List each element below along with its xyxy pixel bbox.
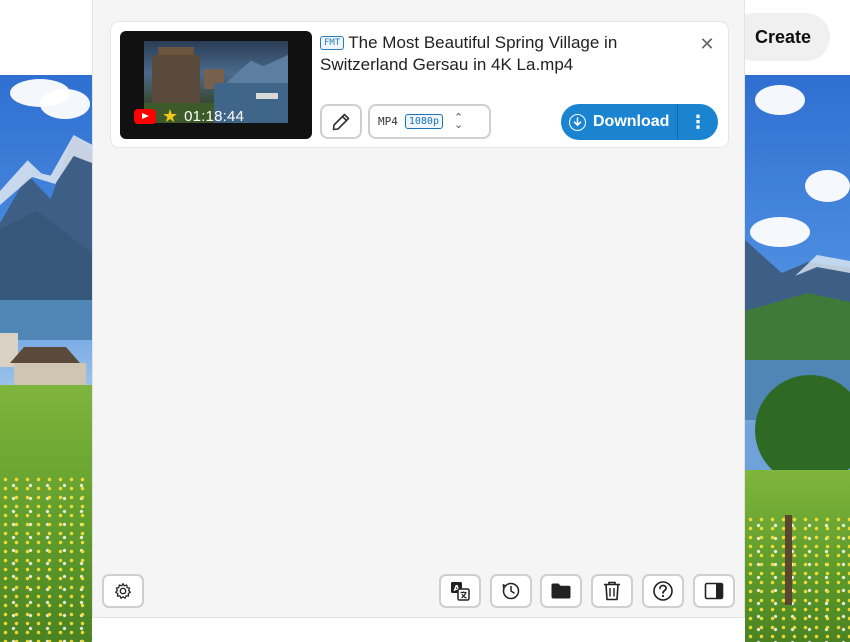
download-button-group: Download ⋮: [561, 104, 718, 140]
translate-button[interactable]: A: [439, 574, 481, 608]
folder-icon: [551, 583, 571, 599]
more-vertical-icon: ⋮: [689, 111, 707, 132]
clock-icon: [502, 582, 520, 600]
toggle-sidebar-button[interactable]: [693, 574, 735, 608]
format-select[interactable]: MP4 1080p ⌃ ⌄: [368, 104, 491, 139]
format-tag: FMT: [320, 36, 345, 50]
background-video-left: [0, 75, 92, 642]
translate-icon: A: [451, 582, 470, 601]
download-icon: [569, 113, 586, 131]
create-label: Create: [754, 26, 812, 47]
help-button[interactable]: [642, 574, 684, 608]
youtube-icon: [134, 108, 156, 124]
settings-button[interactable]: [102, 574, 144, 608]
video-duration: 01:18:44: [184, 107, 245, 125]
download-label: Download: [593, 113, 670, 130]
video-filename: The Most Beautiful Spring Village in Swi…: [320, 33, 618, 74]
downloader-popup: ★ 01:18:44 FMT The Most Beautiful Spring …: [92, 0, 745, 618]
history-button[interactable]: [490, 574, 532, 608]
trash-icon: [604, 581, 620, 601]
close-icon: ✕: [699, 33, 715, 54]
download-button[interactable]: Download: [561, 104, 677, 140]
create-button[interactable]: Create: [730, 13, 830, 61]
thumbnail-meta: ★ 01:18:44: [134, 103, 244, 129]
video-thumbnail: ★ 01:18:44: [120, 31, 312, 139]
background-video-right: [745, 75, 850, 642]
format-name: MP4: [378, 115, 398, 128]
resolution-badge: 1080p: [404, 114, 443, 129]
help-icon: [653, 581, 673, 601]
rename-button[interactable]: [320, 104, 362, 139]
gear-icon: [114, 582, 132, 599]
video-title: FMT The Most Beautiful Spring Village in …: [320, 32, 690, 76]
open-folder-button[interactable]: [540, 574, 582, 608]
pencil-icon: [332, 113, 350, 130]
download-item-card: ★ 01:18:44 FMT The Most Beautiful Spring …: [110, 21, 729, 148]
chevron-updown-icon: ⌃ ⌄: [453, 111, 464, 131]
sidebar-toggle-icon: [704, 582, 724, 600]
clear-all-button[interactable]: [591, 574, 633, 608]
remove-item-button[interactable]: ✕: [697, 34, 717, 54]
download-options-button[interactable]: ⋮: [678, 104, 718, 140]
star-icon[interactable]: ★: [162, 107, 178, 125]
